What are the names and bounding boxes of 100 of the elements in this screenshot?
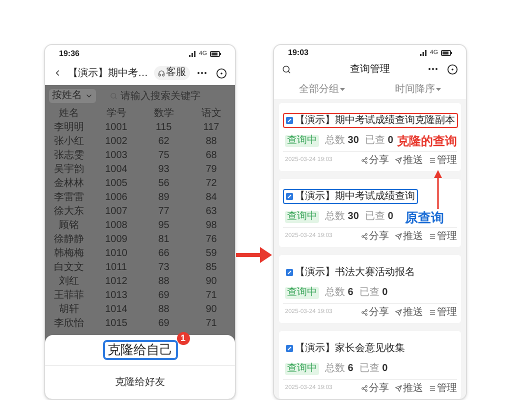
total-count: 总数 30: [325, 135, 359, 147]
card-title: 【演示】期中考试成绩查询克隆副本: [295, 114, 455, 127]
table-cell-text: 75: [157, 149, 170, 163]
table-cell-text: 66: [157, 247, 170, 261]
table-cell-text: 1002: [104, 135, 128, 149]
table-cell-text: 1006: [104, 191, 128, 205]
card-action[interactable]: 推送: [395, 228, 423, 244]
table-cell-text: 徐大东: [52, 205, 85, 219]
table-cell-text: 89: [157, 191, 170, 205]
table-cell-text: 117: [202, 121, 220, 135]
column-header: 学号: [105, 107, 128, 121]
table-cell-text: 88: [204, 135, 218, 149]
table-cell-text: 李明明: [52, 121, 85, 135]
caret-icon: [85, 92, 93, 100]
status-time: 19:36: [59, 48, 80, 60]
filter-dropdown[interactable]: 按姓名: [49, 89, 96, 103]
status-tag: 查询中: [285, 211, 319, 223]
service-button[interactable]: 客服: [154, 66, 190, 80]
card-title: 【演示】书法大赛活动报名: [295, 266, 415, 279]
card-action[interactable]: 管理: [429, 152, 457, 168]
sheet-option[interactable]: 克隆给自己: [102, 340, 178, 360]
card-title: 【演示】家长会意见收集: [295, 342, 405, 355]
filter-dropdown[interactable]: 全部分组: [299, 82, 345, 96]
table-cell-text: 韩梅梅: [52, 247, 85, 261]
table-cell-text: 李雷雷: [52, 191, 85, 205]
right-arrow: [236, 245, 272, 265]
table-cell-text: 90: [204, 275, 218, 289]
card-action[interactable]: 分享: [361, 152, 389, 168]
battery-icon: [441, 50, 452, 56]
queried-count: 已查 0: [364, 135, 394, 147]
table-cell-text: 71: [204, 317, 218, 331]
document-icon: [286, 117, 293, 124]
document-icon: [286, 193, 293, 200]
table-cell-text: 胡轩: [58, 303, 80, 317]
table-cell-text: 吴宇韵: [52, 163, 85, 177]
card-action[interactable]: 管理: [429, 304, 457, 320]
card-action[interactable]: 分享: [361, 228, 389, 244]
send-icon: [395, 232, 402, 240]
table-cell-text: 1014: [104, 303, 128, 317]
table-cell-text: 98: [204, 219, 218, 233]
table-cell-text: 79: [204, 163, 218, 177]
table-cell-text: 张志雯: [52, 149, 85, 163]
step-badge: 1: [176, 332, 190, 345]
total-count: 总数 6: [325, 363, 354, 375]
table-cell-text: 68: [204, 149, 218, 163]
table-cell-text: 85: [204, 261, 218, 275]
card-action[interactable]: 分享: [361, 380, 389, 396]
target-icon[interactable]: [447, 64, 458, 74]
search-icon[interactable]: [282, 64, 291, 74]
table-cell-text: 1004: [104, 163, 128, 177]
share-icon: [361, 308, 368, 316]
card-action[interactable]: 分享: [361, 304, 389, 320]
table-cell-text: 1013: [104, 289, 128, 303]
table-cell-text: 李欣怡: [52, 317, 85, 331]
share-icon: [361, 232, 368, 240]
table-cell-text: 1007: [104, 205, 128, 219]
up-arrow: [434, 170, 442, 209]
table-cell-text: 张小红: [52, 135, 85, 149]
table-cell-text: 88: [157, 303, 170, 317]
table-cell-text: 95: [157, 219, 170, 233]
table-cell-text: 62: [157, 135, 170, 149]
table-cell-text: 1008: [104, 219, 128, 233]
sheet-option[interactable]: 克隆给好友: [112, 376, 168, 390]
share-icon: [361, 384, 368, 392]
table-cell-text: 王菲菲: [52, 289, 85, 303]
card-action[interactable]: 推送: [395, 152, 423, 168]
table-cell-text: 73: [157, 261, 170, 275]
target-icon[interactable]: [216, 68, 227, 78]
send-icon: [395, 308, 402, 316]
table-cell-text: 1001: [104, 121, 128, 135]
table-cell-text: 56: [157, 177, 170, 191]
share-icon: [361, 156, 368, 164]
search-field[interactable]: 请输入搜索关键字: [104, 88, 231, 104]
card-action[interactable]: 推送: [395, 304, 423, 320]
status-tag: 查询中: [285, 287, 319, 299]
table-cell-text: 63: [204, 205, 218, 219]
total-count: 总数 6: [325, 287, 354, 299]
annotation-label: 原查询: [405, 210, 444, 226]
card-action[interactable]: 推送: [395, 380, 423, 396]
queried-count: 已查 0: [359, 363, 388, 375]
nav-title: 【演示】期中考…: [68, 66, 148, 80]
table-cell-text: 顾铭: [58, 219, 80, 233]
table-cell-text: 1009: [104, 233, 128, 247]
status-time: 19:03: [288, 47, 308, 59]
send-icon: [395, 156, 402, 164]
queried-count: 已查 0: [359, 287, 388, 299]
table-cell-text: 59: [204, 247, 218, 261]
card-action[interactable]: 管理: [429, 380, 457, 396]
table-cell-text: 1005: [104, 177, 128, 191]
caret-icon: [340, 88, 345, 90]
signal-icon: [188, 51, 196, 57]
table-cell-text: 77: [157, 205, 170, 219]
card-action[interactable]: 管理: [429, 228, 457, 244]
table-cell-text: 白文文: [52, 261, 85, 275]
table-cell-text: 90: [204, 303, 218, 317]
table-cell-text: 115: [154, 121, 173, 135]
document-icon: [286, 269, 293, 276]
filter-dropdown[interactable]: 时间降序: [395, 82, 441, 96]
table-cell-text: 1003: [104, 149, 128, 163]
table-cell-text: 刘红: [58, 275, 80, 289]
